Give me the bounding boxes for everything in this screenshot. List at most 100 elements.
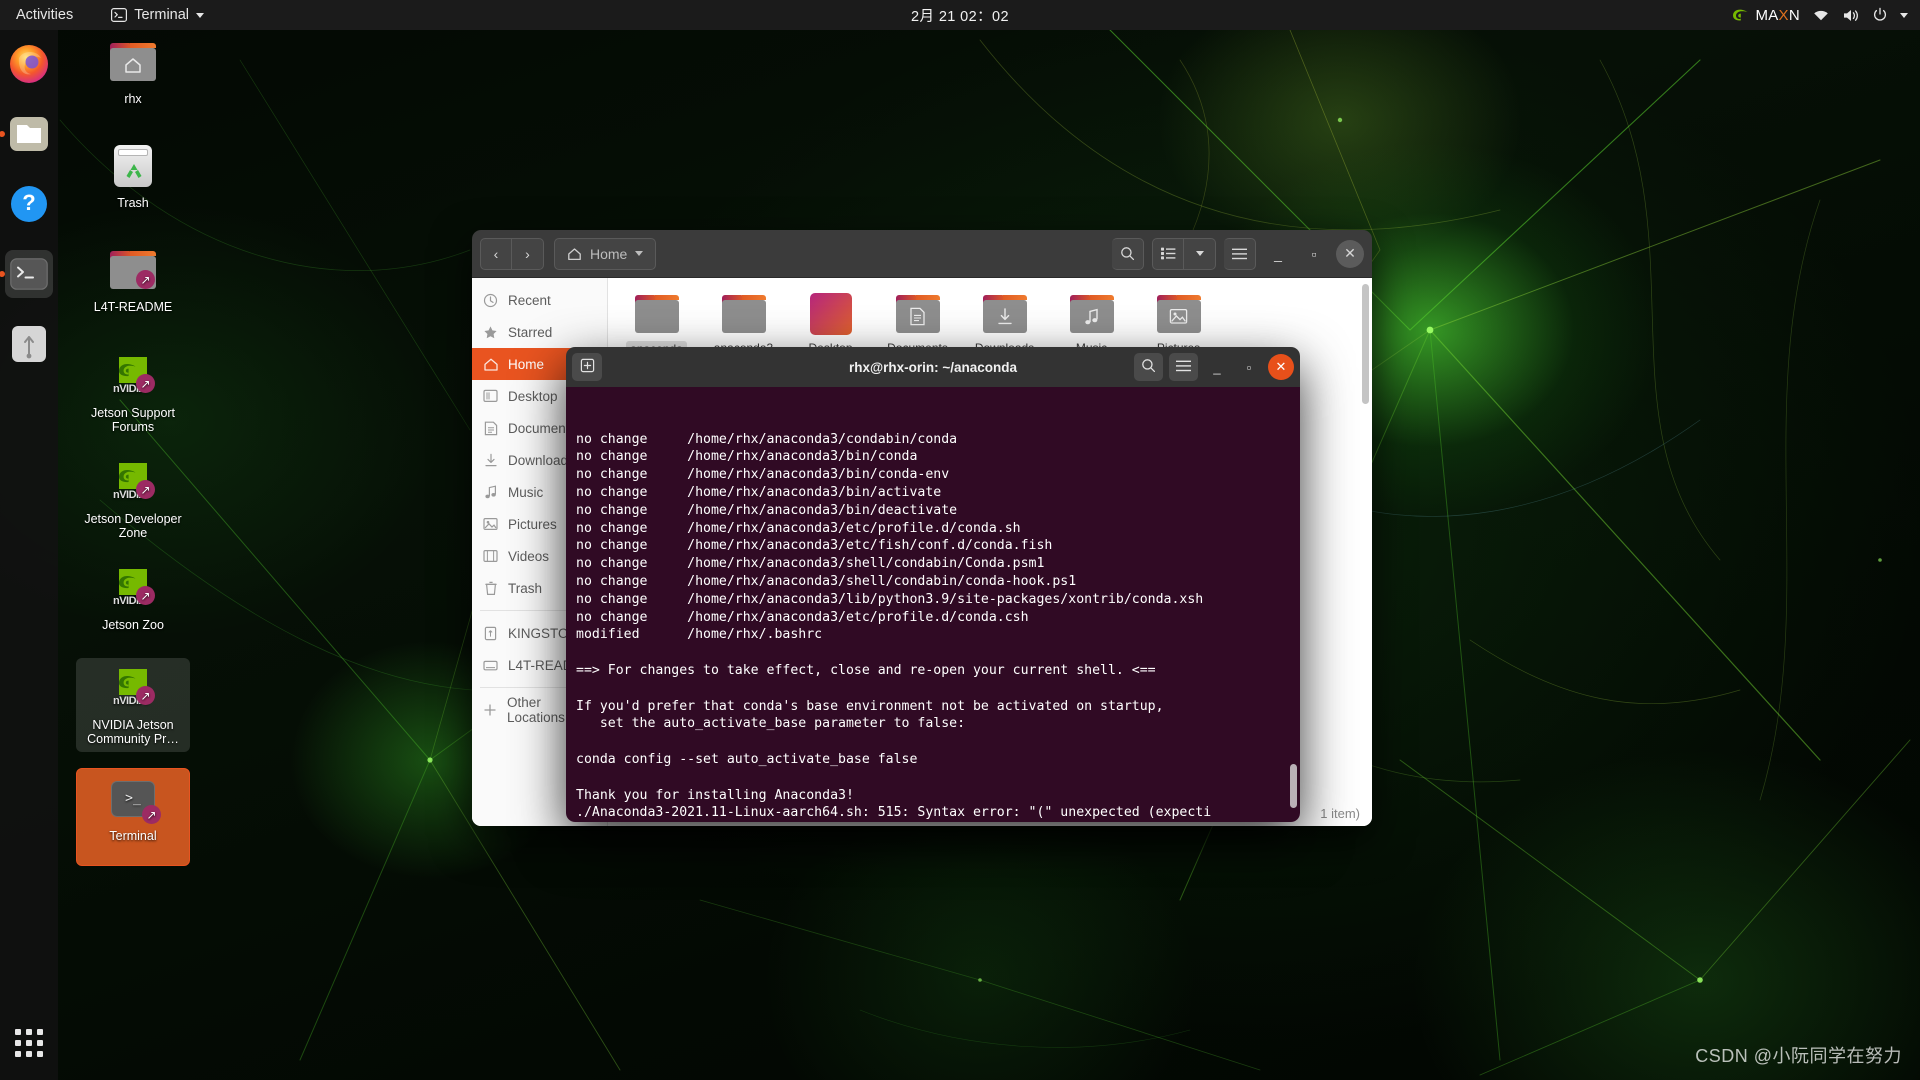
- desktop-icon-label: Jetson Zoo: [102, 618, 164, 632]
- launch-arrow-icon: ↗: [136, 480, 155, 499]
- search-icon: [1120, 246, 1135, 261]
- desktop-icon-jetson-zoo[interactable]: nVIDIA. ↗ Jetson Zoo: [78, 562, 188, 632]
- terminal-icon: [111, 8, 128, 22]
- close-button[interactable]: ✕: [1336, 239, 1364, 268]
- dock-item-usb-creator[interactable]: [5, 320, 53, 368]
- desktop-icon-nvidia-jetson-community-projects[interactable]: nVIDIA. ↗ NVIDIA Jetson Community Pr…: [76, 658, 190, 752]
- desktop-icon-jetson-support-forums[interactable]: nVIDIA. ↗ Jetson Support Forums: [78, 350, 188, 434]
- path-bar-home-button[interactable]: Home: [554, 237, 657, 270]
- terminal-maximize-button[interactable]: ▫: [1236, 354, 1262, 380]
- terminal-search-button[interactable]: [1134, 353, 1163, 381]
- new-tab-icon: [580, 358, 595, 376]
- chevron-down-icon: [1195, 251, 1204, 256]
- dock-item-help[interactable]: ?: [5, 180, 53, 228]
- sidebar-item-starred[interactable]: Starred: [472, 316, 607, 348]
- download-icon: [482, 452, 499, 469]
- maximize-icon: ▫: [1311, 245, 1317, 262]
- nvidia-link-icon: nVIDIA. ↗: [76, 662, 190, 714]
- watermark-label: CSDN @小阮同学在努力: [1695, 1046, 1902, 1066]
- document-icon: [482, 420, 499, 437]
- search-button[interactable]: [1112, 237, 1144, 270]
- launch-arrow-icon: ↗: [136, 686, 155, 705]
- home-icon: [567, 247, 582, 261]
- documents-folder-icon: [877, 290, 958, 338]
- clock-button[interactable]: 2月 21 02：02: [830, 5, 1090, 26]
- power-profile-indicator[interactable]: MAXN: [1730, 7, 1800, 24]
- chevron-left-icon: ‹: [493, 245, 499, 262]
- files-scrollbar[interactable]: [1362, 284, 1369, 404]
- close-icon: ✕: [1275, 359, 1287, 374]
- terminal-close-button[interactable]: ✕: [1268, 354, 1294, 380]
- dock-item-terminal[interactable]: [5, 250, 53, 298]
- power-icon[interactable]: [1872, 7, 1888, 23]
- desktop-screen: Activities Terminal 2月 21 02：02 MAXN ? r…: [0, 0, 1920, 1080]
- desktop-icon-terminal[interactable]: >_ ↗ Terminal: [76, 768, 190, 866]
- desktop-folder-icon: [790, 290, 871, 338]
- back-button[interactable]: ‹: [480, 237, 512, 270]
- apps-grid-icon: [15, 1029, 43, 1057]
- gnome-top-bar: Activities Terminal 2月 21 02：02 MAXN: [0, 0, 1920, 30]
- desktop-icon-trash[interactable]: Trash: [78, 140, 188, 210]
- launch-arrow-icon: ↗: [136, 270, 155, 289]
- system-status-area[interactable]: MAXN: [1730, 0, 1914, 30]
- files-header-bar: ‹ › Home _ ▫ ✕: [472, 230, 1372, 278]
- desktop-icon-rhx[interactable]: rhx: [78, 36, 188, 106]
- disc-drive-icon: [482, 657, 499, 674]
- terminal-header-bar: rhx@rhx-orin: ~/anaconda _ ▫ ✕: [566, 347, 1300, 387]
- minimize-button[interactable]: _: [1264, 240, 1292, 268]
- app-menu-button[interactable]: Terminal: [101, 0, 214, 30]
- film-icon: [482, 548, 499, 565]
- trash-icon: [482, 580, 499, 597]
- image-icon: [482, 516, 499, 533]
- desktop-icon-l4t-readme[interactable]: ↗ L4T-README: [78, 244, 188, 314]
- clock-label: 2月 21 02：02: [911, 8, 1009, 25]
- favorites-dock: ?: [0, 30, 58, 1080]
- desktop-icon-label: Trash: [117, 196, 149, 210]
- plus-icon: [482, 702, 498, 719]
- svg-text:?: ?: [22, 190, 35, 215]
- nvidia-link-icon: nVIDIA. ↗: [78, 350, 188, 402]
- sidebar-item-recent[interactable]: Recent: [472, 284, 607, 316]
- activities-button[interactable]: Activities: [6, 0, 83, 30]
- trash-icon: [78, 140, 188, 192]
- maximize-button[interactable]: ▫: [1300, 240, 1328, 268]
- terminal-scrollbar[interactable]: [1290, 764, 1297, 808]
- dock-item-firefox[interactable]: [5, 40, 53, 88]
- desktop-icon: [482, 388, 499, 405]
- hamburger-menu-icon: [1176, 359, 1191, 375]
- wifi-icon[interactable]: [1812, 8, 1830, 22]
- sidebar-item-label: Pictures: [508, 516, 557, 532]
- terminal-minimize-button[interactable]: _: [1204, 354, 1230, 380]
- clock-icon: [482, 292, 499, 309]
- view-mode-button[interactable]: [1152, 237, 1184, 270]
- desktop-icon-label: L4T-README: [93, 300, 173, 314]
- folder-link-icon: ↗: [78, 244, 188, 296]
- launch-arrow-icon: ↗: [142, 805, 161, 824]
- activities-label: Activities: [16, 7, 74, 23]
- desktop-icon-jetson-developer-zone[interactable]: nVIDIA. ↗ Jetson Developer Zone: [78, 456, 188, 540]
- folder-icon: [703, 290, 784, 338]
- folder-icon: [616, 290, 697, 338]
- terminal-menu-button[interactable]: [1169, 353, 1198, 381]
- main-menu-button[interactable]: [1224, 237, 1256, 270]
- chevron-down-icon: [635, 251, 644, 256]
- desktop-icon-label: Terminal: [109, 829, 157, 843]
- volume-icon[interactable]: [1842, 8, 1860, 23]
- sidebar-item-label: Home: [508, 356, 545, 372]
- new-tab-button[interactable]: [572, 353, 602, 381]
- sidebar-item-label: Trash: [508, 580, 543, 596]
- view-options-button[interactable]: [1184, 237, 1216, 270]
- desktop-icon-label: Jetson Developer Zone: [84, 512, 182, 540]
- terminal-output-area[interactable]: no change /home/rhx/anaconda3/condabin/c…: [566, 387, 1300, 822]
- chevron-down-icon[interactable]: [1900, 12, 1908, 18]
- dock-item-files[interactable]: [5, 110, 53, 158]
- maximize-icon: ▫: [1246, 359, 1252, 375]
- power-profile-label: MAXN: [1755, 6, 1800, 24]
- chevron-right-icon: ›: [525, 245, 530, 262]
- forward-button[interactable]: ›: [512, 237, 544, 270]
- terminal-window[interactable]: rhx@rhx-orin: ~/anaconda _ ▫ ✕ no change: [566, 347, 1300, 822]
- desktop-icon-label: NVIDIA Jetson Community Pr…: [87, 718, 179, 746]
- show-applications-button[interactable]: [0, 1014, 58, 1072]
- chevron-down-icon: [196, 12, 205, 18]
- usb-drive-icon: [482, 625, 499, 642]
